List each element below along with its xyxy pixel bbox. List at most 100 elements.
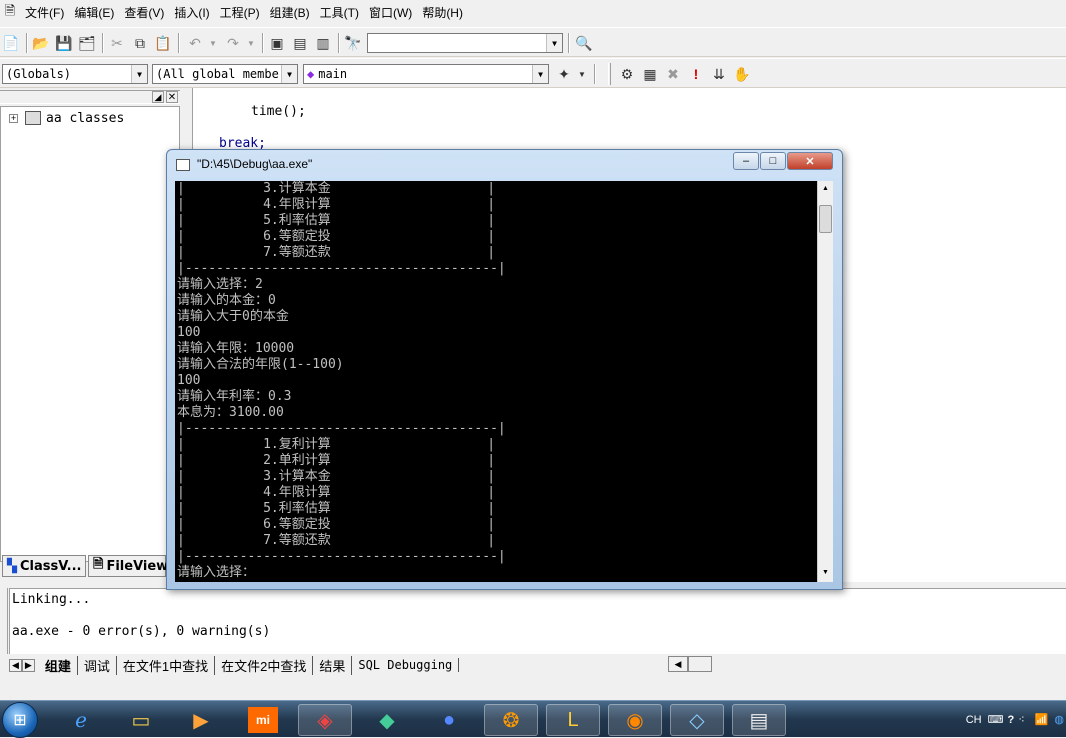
restore-icon[interactable]: ◢ xyxy=(152,91,164,103)
menu-project[interactable]: 工程(P) xyxy=(215,0,265,26)
console-line: | 7.等额还款 | xyxy=(177,533,496,548)
media-player-icon[interactable]: ▶ xyxy=(174,704,228,736)
wizard-action-dropdown-icon[interactable]: ▼ xyxy=(571,63,593,85)
members-combo[interactable]: (All global members ▼ xyxy=(152,64,298,84)
go-icon[interactable]: ⇊ xyxy=(708,63,730,85)
compile-icon[interactable]: ⚙ xyxy=(616,63,638,85)
close-icon[interactable]: ✕ xyxy=(166,91,178,103)
console-scrollbar[interactable]: ▲ ▼ xyxy=(817,181,833,582)
menu-file[interactable]: 文件(F) xyxy=(20,0,69,26)
app5-icon[interactable]: ◈ xyxy=(298,704,352,736)
output-window-icon[interactable]: ▤ xyxy=(289,32,311,54)
app8-icon[interactable]: ❂ xyxy=(484,704,538,736)
maximize-icon: □ xyxy=(769,155,777,167)
redo-dropdown-icon[interactable]: ▼ xyxy=(240,32,262,54)
cut-icon[interactable]: ✂ xyxy=(106,32,128,54)
fileview-icon: 🗎 xyxy=(93,557,104,572)
minimize-icon: ‒ xyxy=(742,155,750,167)
workspace-tabs: ▚ ClassV... 🗎 FileView xyxy=(0,555,185,579)
new-text-file-icon[interactable]: 📄 xyxy=(0,32,22,54)
tab-classview-label: ClassV... xyxy=(20,558,82,574)
lol-icon[interactable]: L xyxy=(546,704,600,736)
ie-icon[interactable]: ℯ xyxy=(54,704,108,736)
console-line: 请输入合法的年限(1--100) xyxy=(177,357,344,372)
tab-results[interactable]: 结果 xyxy=(313,655,353,675)
scope-combo[interactable]: (Globals) ▼ xyxy=(2,64,148,84)
tab-sql-debugging[interactable]: SQL Debugging xyxy=(352,658,460,672)
window-list-icon[interactable]: ▥ xyxy=(312,32,334,54)
tab-classview[interactable]: ▚ ClassV... xyxy=(2,555,86,577)
scroll-up-icon[interactable]: ▲ xyxy=(819,182,832,196)
tab-build[interactable]: 组建 xyxy=(39,655,78,675)
menu-build[interactable]: 组建(B) xyxy=(265,0,315,26)
console-line: | 5.利率估算 | xyxy=(177,501,496,516)
workspace-window-icon[interactable]: ▣ xyxy=(266,32,288,54)
classes-icon xyxy=(25,111,41,125)
separator xyxy=(568,33,570,53)
explorer-icon[interactable]: ▭ xyxy=(114,704,168,736)
scroll-thumb[interactable] xyxy=(819,205,832,233)
console-window[interactable]: "D:\45\Debug\aa.exe" ‒ □ ✕ | 3.计算本金 | | 4… xyxy=(166,149,843,590)
tab-scroll-right-icon[interactable]: ▶ xyxy=(21,658,35,672)
chevron-down-icon: ▼ xyxy=(281,65,297,83)
save-all-icon[interactable]: 🗂 xyxy=(76,32,98,54)
function-combo[interactable]: ◆ main ▼ xyxy=(303,64,549,84)
input-settings-icon[interactable]: ⁖ xyxy=(1018,713,1024,726)
console-line: | 6.等额定投 | xyxy=(177,517,496,532)
find-combo-dropdown[interactable]: ▼ xyxy=(545,33,563,53)
mi-icon[interactable]: mi xyxy=(236,704,290,736)
menu-tools[interactable]: 工具(T) xyxy=(315,0,364,26)
console-line: 请输入年限：10000 xyxy=(177,341,295,356)
save-icon[interactable]: 💾 xyxy=(53,32,75,54)
help-icon[interactable]: ? xyxy=(1008,714,1015,726)
tab-find-in-files-1[interactable]: 在文件1中查找 xyxy=(117,655,216,675)
stop-build-icon[interactable]: ✖ xyxy=(662,63,684,85)
build-icon[interactable]: ▦ xyxy=(639,63,661,85)
separator xyxy=(262,33,264,53)
find-in-files-icon[interactable]: 🔭 xyxy=(342,32,364,54)
close-button[interactable]: ✕ xyxy=(787,152,833,170)
chevron-down-icon: ▼ xyxy=(546,34,562,52)
function-value: main xyxy=(318,67,348,81)
tree-root-label[interactable]: aa classes xyxy=(46,111,124,126)
scroll-down-icon[interactable]: ▼ xyxy=(819,566,832,580)
app6-icon[interactable]: ◆ xyxy=(360,704,414,736)
find-icon[interactable]: 🔍 xyxy=(573,32,595,54)
paste-icon[interactable]: 📋 xyxy=(152,32,174,54)
language-indicator[interactable]: CH xyxy=(966,714,982,726)
undo-dropdown-icon[interactable]: ▼ xyxy=(202,32,224,54)
menu-edit[interactable]: 编辑(E) xyxy=(69,0,119,26)
tab-scroll-left-icon[interactable]: ◀ xyxy=(9,658,22,672)
console-output[interactable]: | 3.计算本金 | | 4.年限计算 | | 5.利率估算 | | 6.等额定投 |… xyxy=(175,181,833,582)
eclipse-icon[interactable]: ● xyxy=(422,704,476,736)
breakpoint-icon[interactable]: ✋ xyxy=(731,63,753,85)
tab-fileview[interactable]: 🗎 FileView xyxy=(88,555,168,577)
chevron-down-icon: ▼ xyxy=(131,65,147,83)
menu-view[interactable]: 查看(V) xyxy=(119,0,169,26)
network-icon[interactable]: 📶 xyxy=(1035,713,1049,726)
app10-icon[interactable]: ◉ xyxy=(608,704,662,736)
minimize-button[interactable]: ‒ xyxy=(733,152,759,170)
hscroll-left-icon[interactable]: ◀ xyxy=(668,656,688,672)
tab-find-in-files-2[interactable]: 在文件2中查找 xyxy=(215,655,314,675)
execute-icon[interactable]: ! xyxy=(685,63,707,85)
open-folder-icon[interactable]: 📂 xyxy=(30,32,52,54)
tray-app-icon[interactable]: ◍ xyxy=(1054,713,1064,726)
output-text[interactable]: Linking... aa.exe - 0 error(s), 0 warnin… xyxy=(9,588,1066,654)
copy-icon[interactable]: ⧉ xyxy=(129,32,151,54)
expand-icon[interactable]: + xyxy=(9,114,18,123)
app11-icon[interactable]: ◇ xyxy=(670,704,724,736)
hscroll-thumb[interactable] xyxy=(688,656,712,672)
menu-insert[interactable]: 插入(I) xyxy=(169,0,214,26)
vc-icon[interactable]: ▤ xyxy=(732,704,786,736)
separator xyxy=(338,33,340,53)
menu-window[interactable]: 窗口(W) xyxy=(364,0,417,26)
output-tabs: ◀ ▶ 组建 调试 在文件1中查找 在文件2中查找 结果 SQL Debuggi… xyxy=(9,655,460,675)
function-icon: ◆ xyxy=(307,67,315,81)
find-combo[interactable] xyxy=(367,33,563,53)
keyboard-icon[interactable]: ⌨ xyxy=(988,713,1004,726)
maximize-button[interactable]: □ xyxy=(760,152,786,170)
tab-debug[interactable]: 调试 xyxy=(78,655,117,675)
menu-help[interactable]: 帮助(H) xyxy=(417,0,468,26)
start-button[interactable]: ⊞ xyxy=(2,702,38,738)
